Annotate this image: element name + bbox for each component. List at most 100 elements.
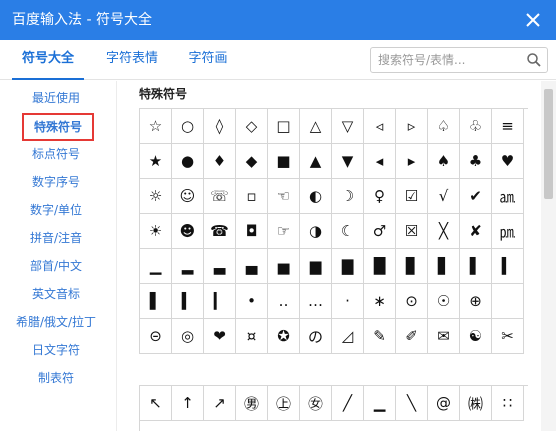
sidebar-item-japanese[interactable]: 日文字符	[0, 336, 112, 364]
symbol-cell[interactable]: ▼	[332, 144, 364, 179]
symbol-cell[interactable]: ╳	[428, 214, 460, 249]
symbol-cell[interactable]: ☀	[140, 214, 172, 249]
symbol-cell[interactable]: ★	[140, 144, 172, 179]
symbol-cell[interactable]: █	[364, 249, 396, 284]
symbol-cell[interactable]: ♂	[364, 214, 396, 249]
symbol-cell[interactable]: ▆	[300, 249, 332, 284]
symbol-cell[interactable]: …	[300, 284, 332, 319]
sidebar-item-recent[interactable]: 最近使用	[0, 84, 112, 112]
symbol-cell[interactable]: ☉	[428, 284, 460, 319]
sidebar-item-number-ordinals[interactable]: 数字序号	[0, 168, 112, 196]
sidebar-item-numbers-units[interactable]: 数字/单位	[0, 196, 112, 224]
symbol-cell[interactable]: ▁	[140, 249, 172, 284]
symbol-cell[interactable]: ☆	[140, 109, 172, 144]
symbol-cell[interactable]: ♠	[428, 144, 460, 179]
tab-symbols[interactable]: 符号大全	[12, 40, 84, 80]
symbol-cell[interactable]: △	[300, 109, 332, 144]
symbol-cell[interactable]: ☎	[204, 214, 236, 249]
symbol-cell[interactable]: ㈱	[460, 386, 492, 421]
search-icon[interactable]	[526, 52, 542, 68]
symbol-cell[interactable]: ▇	[332, 249, 364, 284]
close-button[interactable]	[520, 7, 546, 33]
symbol-cell[interactable]: ㊤	[268, 386, 300, 421]
symbol-cell[interactable]: ∗	[364, 284, 396, 319]
symbol-cell[interactable]: ♦	[204, 144, 236, 179]
symbol-cell[interactable]: ☒	[396, 214, 428, 249]
symbol-cell[interactable]: ▁	[364, 386, 396, 421]
scrollbar[interactable]	[541, 81, 556, 431]
symbol-cell[interactable]: ↑	[172, 386, 204, 421]
symbol-cell[interactable]: √	[428, 179, 460, 214]
symbol-cell[interactable]: ❤	[204, 319, 236, 354]
symbol-cell[interactable]: ♣	[460, 144, 492, 179]
symbol-cell[interactable]: ✐	[396, 319, 428, 354]
symbol-cell[interactable]	[492, 284, 524, 319]
symbol-cell[interactable]: ○	[172, 109, 204, 144]
symbol-cell[interactable]: ♀	[364, 179, 396, 214]
symbol-cell[interactable]: ✎	[364, 319, 396, 354]
symbol-cell[interactable]: ▌	[140, 284, 172, 319]
symbol-cell[interactable]: ⊕	[460, 284, 492, 319]
symbol-cell[interactable]: ◂	[364, 144, 396, 179]
symbol-cell[interactable]: ≡	[492, 109, 524, 144]
symbol-cell[interactable]: の	[300, 319, 332, 354]
symbol-cell[interactable]: ▹	[396, 109, 428, 144]
symbol-cell[interactable]: ▍	[172, 284, 204, 319]
symbol-cell[interactable]: ☽	[332, 179, 364, 214]
sidebar-item-phonetics[interactable]: 英文音标	[0, 280, 112, 308]
symbol-cell[interactable]: ✔	[460, 179, 492, 214]
symbol-cell[interactable]: ☑	[396, 179, 428, 214]
symbol-cell[interactable]: ㊚	[236, 386, 268, 421]
symbol-cell[interactable]: ♤	[428, 109, 460, 144]
symbol-cell[interactable]: @	[428, 386, 460, 421]
symbol-cell[interactable]: ■	[268, 144, 300, 179]
symbol-cell[interactable]: ♥	[492, 144, 524, 179]
symbol-cell[interactable]: ◎	[172, 319, 204, 354]
symbol-cell[interactable]: ☯	[460, 319, 492, 354]
symbol-cell[interactable]: ▸	[396, 144, 428, 179]
symbol-cell[interactable]: ▄	[236, 249, 268, 284]
symbol-cell[interactable]: ▂	[172, 249, 204, 284]
symbol-cell[interactable]: ↖	[140, 386, 172, 421]
symbol-cell[interactable]: ·	[332, 284, 364, 319]
symbol-cell[interactable]: ◘	[236, 214, 268, 249]
search-input[interactable]	[371, 48, 521, 72]
symbol-cell[interactable]: ☾	[332, 214, 364, 249]
symbol-cell[interactable]: ◑	[300, 214, 332, 249]
symbol-cell[interactable]: ☞	[268, 214, 300, 249]
symbol-cell[interactable]: ☻	[172, 214, 204, 249]
symbol-cell[interactable]: ☺	[172, 179, 204, 214]
symbol-cell[interactable]: ◃	[364, 109, 396, 144]
scrollbar-thumb[interactable]	[544, 89, 553, 199]
symbol-cell[interactable]: ㊛	[300, 386, 332, 421]
symbol-cell[interactable]: ▋	[428, 249, 460, 284]
symbol-cell[interactable]: ▽	[332, 109, 364, 144]
symbol-cell[interactable]: ♧	[460, 109, 492, 144]
symbol-cell[interactable]: ▍	[492, 249, 524, 284]
symbol-cell[interactable]: ㏘	[492, 214, 524, 249]
sidebar-item-special-symbols[interactable]: 特殊符号	[22, 113, 94, 141]
symbol-cell[interactable]: ╲	[396, 386, 428, 421]
symbol-cell[interactable]: ◐	[300, 179, 332, 214]
sidebar-item-radicals[interactable]: 部首/中文	[0, 252, 112, 280]
symbol-cell[interactable]: ▅	[268, 249, 300, 284]
symbol-cell[interactable]: ▲	[300, 144, 332, 179]
symbol-cell[interactable]: •	[236, 284, 268, 319]
symbol-cell[interactable]: ▫	[236, 179, 268, 214]
symbol-cell[interactable]: ▃	[204, 249, 236, 284]
symbol-cell[interactable]: ▎	[204, 284, 236, 319]
symbol-cell[interactable]: ⊙	[396, 284, 428, 319]
symbol-cell[interactable]: ▌	[460, 249, 492, 284]
symbol-cell[interactable]: ▊	[396, 249, 428, 284]
tab-emoticons[interactable]: 字符表情	[90, 40, 174, 80]
symbol-cell[interactable]: ☏	[204, 179, 236, 214]
symbol-cell[interactable]: ‥	[268, 284, 300, 319]
symbol-cell[interactable]: ◿	[332, 319, 364, 354]
symbol-cell[interactable]: ●	[172, 144, 204, 179]
sidebar-item-greek-russian-latin[interactable]: 希腊/俄文/拉丁	[0, 308, 112, 336]
symbol-cell[interactable]: ✂	[492, 319, 524, 354]
symbol-cell[interactable]: ㏂	[492, 179, 524, 214]
symbol-cell[interactable]: ☜	[268, 179, 300, 214]
symbol-cell[interactable]: ◊	[204, 109, 236, 144]
symbol-cell[interactable]: ◇	[236, 109, 268, 144]
